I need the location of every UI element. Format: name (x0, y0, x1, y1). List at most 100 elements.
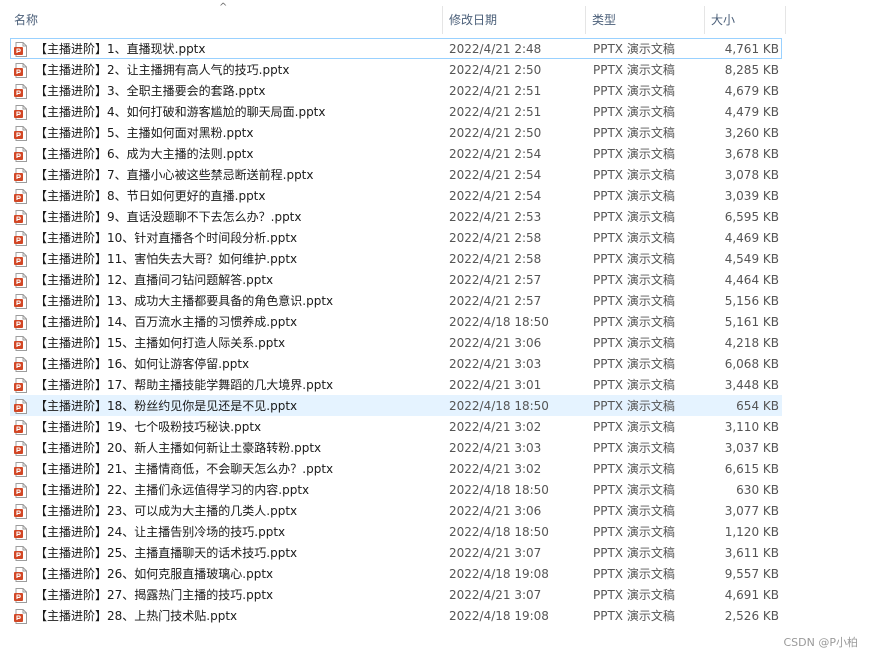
file-name: 【主播进阶】13、成功大主播都要具备的角色意识.pptx (35, 294, 334, 308)
file-row[interactable]: 【主播进阶】26、如何克服直播玻璃心.pptx 2022/4/18 19:08 PP… (10, 563, 782, 584)
column-header-name[interactable]: 名称 (8, 6, 441, 34)
file-name: 【主播进阶】17、帮助主播技能学舞蹈的几大境界.pptx (35, 378, 334, 392)
powerpoint-file-icon (14, 147, 28, 162)
file-size: 4,218 KB (724, 336, 779, 350)
file-row[interactable]: 【主播进阶】15、主播如何打造人际关系.pptx 2022/4/21 3:06 PP… (10, 332, 782, 353)
file-size: 4,469 KB (724, 231, 779, 245)
modified-date: 2022/4/21 2:51 (449, 105, 542, 119)
file-row[interactable]: 【主播进阶】8、节日如何更好的直播.pptx 2022/4/21 2:54 PPTX… (10, 185, 782, 206)
modified-date: 2022/4/21 2:54 (449, 168, 542, 182)
file-name: 【主播进阶】12、直播间刁钻问题解答.pptx (35, 273, 274, 287)
file-size: 6,068 KB (724, 357, 779, 371)
file-row[interactable]: 【主播进阶】6、成为大主播的法则.pptx 2022/4/21 2:54 PPTX … (10, 143, 782, 164)
file-row[interactable]: 【主播进阶】25、主播直播聊天的话术技巧.pptx 2022/4/21 3:07 P… (10, 542, 782, 563)
powerpoint-file-icon (14, 273, 28, 288)
file-type: PPTX 演示文稿 (593, 420, 675, 434)
file-name: 【主播进阶】1、直播现状.pptx (35, 42, 206, 56)
file-size: 4,691 KB (724, 588, 779, 602)
modified-date: 2022/4/21 3:06 (449, 504, 542, 518)
file-row[interactable]: 【主播进阶】21、主播情商低，不会聊天怎么办？.pptx 2022/4/21 3:… (10, 458, 782, 479)
file-row[interactable]: 【主播进阶】9、直话没题聊不下去怎么办？.pptx 2022/4/21 2:53 P… (10, 206, 782, 227)
file-size: 3,678 KB (724, 147, 779, 161)
file-name: 【主播进阶】18、粉丝约见你是见还是不见.pptx (35, 399, 298, 413)
modified-date: 2022/4/21 3:03 (449, 441, 542, 455)
column-header-date[interactable]: 修改日期 (442, 6, 584, 34)
modified-date: 2022/4/21 2:57 (449, 294, 542, 308)
modified-date: 2022/4/18 18:50 (449, 483, 549, 497)
powerpoint-file-icon (14, 252, 28, 267)
column-header-size[interactable]: 大小 (704, 6, 786, 34)
file-size: 4,761 KB (724, 42, 779, 56)
powerpoint-file-icon (14, 504, 28, 519)
file-name: 【主播进阶】7、直播小心被这些禁忌断送前程.pptx (35, 168, 314, 182)
modified-date: 2022/4/21 2:54 (449, 189, 542, 203)
modified-date: 2022/4/21 2:48 (449, 42, 542, 56)
file-name: 【主播进阶】8、节日如何更好的直播.pptx (35, 189, 266, 203)
modified-date: 2022/4/18 19:08 (449, 567, 549, 581)
file-type: PPTX 演示文稿 (593, 189, 675, 203)
modified-date: 2022/4/21 3:02 (449, 462, 542, 476)
file-row[interactable]: 【主播进阶】22、主播们永远值得学习的内容.pptx 2022/4/18 18:5… (10, 479, 782, 500)
file-row[interactable]: 【主播进阶】3、全职主播要会的套路.pptx 2022/4/21 2:51 PPTX… (10, 80, 782, 101)
file-type: PPTX 演示文稿 (593, 126, 675, 140)
file-row[interactable]: 【主播进阶】17、帮助主播技能学舞蹈的几大境界.pptx 2022/4/21 3:… (10, 374, 782, 395)
file-row[interactable]: 【主播进阶】28、上热门技术贴.pptx 2022/4/18 19:08 PPTX … (10, 605, 782, 626)
file-row[interactable]: 【主播进阶】10、针对直播各个时间段分析.pptx 2022/4/21 2:58 P… (10, 227, 782, 248)
file-row[interactable]: 【主播进阶】14、百万流水主播的习惯养成.pptx 2022/4/18 18:50… (10, 311, 782, 332)
file-name: 【主播进阶】23、可以成为大主播的几类人.pptx (35, 504, 298, 518)
file-type: PPTX 演示文稿 (593, 294, 675, 308)
file-type: PPTX 演示文稿 (593, 357, 675, 371)
powerpoint-file-icon (14, 189, 28, 204)
powerpoint-file-icon (14, 315, 28, 330)
powerpoint-file-icon (14, 126, 28, 141)
file-row[interactable]: 【主播进阶】20、新人主播如何新让土豪路转粉.pptx 2022/4/21 3:0… (10, 437, 782, 458)
file-size: 5,161 KB (724, 315, 779, 329)
file-size: 654 KB (736, 399, 779, 413)
file-name: 【主播进阶】14、百万流水主播的习惯养成.pptx (35, 315, 298, 329)
powerpoint-file-icon (14, 567, 28, 582)
file-row[interactable]: 【主播进阶】16、如何让游客停留.pptx 2022/4/21 3:03 PPTX … (10, 353, 782, 374)
file-size: 3,110 KB (724, 420, 779, 434)
file-name: 【主播进阶】10、针对直播各个时间段分析.pptx (35, 231, 298, 245)
file-type: PPTX 演示文稿 (593, 483, 675, 497)
file-type: PPTX 演示文稿 (593, 63, 675, 77)
file-row[interactable]: 【主播进阶】23、可以成为大主播的几类人.pptx 2022/4/21 3:06 P… (10, 500, 782, 521)
file-size: 3,077 KB (724, 504, 779, 518)
file-type: PPTX 演示文稿 (593, 546, 675, 560)
file-row[interactable]: 【主播进阶】2、让主播拥有高人气的技巧.pptx 2022/4/21 2:50 PP… (10, 59, 782, 80)
file-row[interactable]: 【主播进阶】19、七个吸粉技巧秘诀.pptx 2022/4/21 3:02 PPTX… (10, 416, 782, 437)
file-name: 【主播进阶】22、主播们永远值得学习的内容.pptx (35, 483, 310, 497)
file-type: PPTX 演示文稿 (593, 336, 675, 350)
file-type: PPTX 演示文稿 (593, 210, 675, 224)
modified-date: 2022/4/21 2:51 (449, 84, 542, 98)
column-header-type[interactable]: 类型 (585, 6, 703, 34)
file-row[interactable]: 【主播进阶】4、如何打破和游客尴尬的聊天局面.pptx 2022/4/21 2:5… (10, 101, 782, 122)
file-name: 【主播进阶】5、主播如何面对黑粉.pptx (35, 126, 254, 140)
file-name: 【主播进阶】9、直话没题聊不下去怎么办？.pptx (35, 210, 302, 224)
file-row[interactable]: 【主播进阶】13、成功大主播都要具备的角色意识.pptx 2022/4/21 2:… (10, 290, 782, 311)
file-type: PPTX 演示文稿 (593, 609, 675, 623)
powerpoint-file-icon (14, 84, 28, 99)
file-size: 3,037 KB (724, 441, 779, 455)
file-row[interactable]: 【主播进阶】18、粉丝约见你是见还是不见.pptx 2022/4/18 18:50… (10, 395, 782, 416)
powerpoint-file-icon (14, 42, 28, 57)
file-row[interactable]: 【主播进阶】24、让主播告别冷场的技巧.pptx 2022/4/18 18:50 P… (10, 521, 782, 542)
file-type: PPTX 演示文稿 (593, 399, 675, 413)
file-type: PPTX 演示文稿 (593, 441, 675, 455)
powerpoint-file-icon (14, 378, 28, 393)
file-size: 3,260 KB (724, 126, 779, 140)
file-size: 3,078 KB (724, 168, 779, 182)
modified-date: 2022/4/21 3:06 (449, 336, 542, 350)
file-row[interactable]: 【主播进阶】11、害怕失去大哥？如何维护.pptx 2022/4/21 2:58 P… (10, 248, 782, 269)
file-row[interactable]: 【主播进阶】5、主播如何面对黑粉.pptx 2022/4/21 2:50 PPTX … (10, 122, 782, 143)
file-list: 【主播进阶】1、直播现状.pptx 2022/4/21 2:48 PPTX 演示文稿… (10, 38, 782, 626)
powerpoint-file-icon (14, 546, 28, 561)
file-row[interactable]: 【主播进阶】1、直播现状.pptx 2022/4/21 2:48 PPTX 演示文稿… (10, 38, 782, 59)
file-row[interactable]: 【主播进阶】7、直播小心被这些禁忌断送前程.pptx 2022/4/21 2:54… (10, 164, 782, 185)
file-type: PPTX 演示文稿 (593, 84, 675, 98)
file-type: PPTX 演示文稿 (593, 567, 675, 581)
modified-date: 2022/4/18 18:50 (449, 315, 549, 329)
file-row[interactable]: 【主播进阶】27、揭露热门主播的技巧.pptx 2022/4/21 3:07 PPT… (10, 584, 782, 605)
file-row[interactable]: 【主播进阶】12、直播间刁钻问题解答.pptx 2022/4/21 2:57 PPT… (10, 269, 782, 290)
file-type: PPTX 演示文稿 (593, 252, 675, 266)
